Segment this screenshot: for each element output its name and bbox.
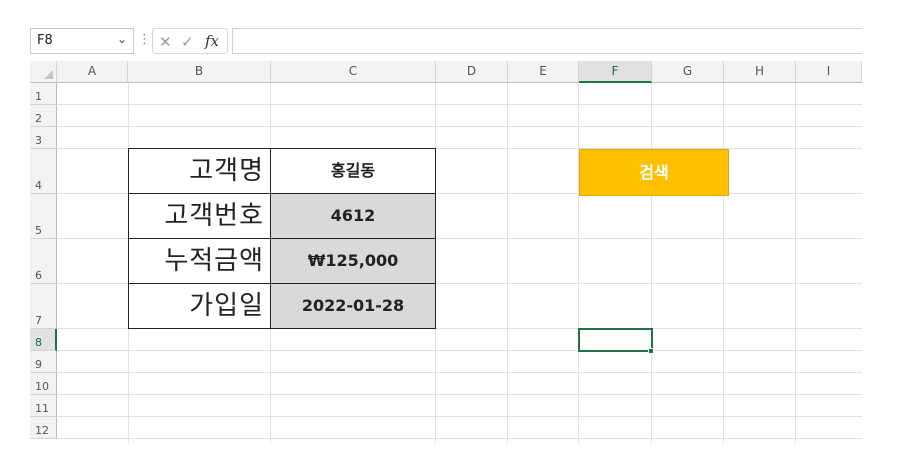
gridline: [723, 83, 724, 443]
row-header-10[interactable]: 10: [30, 373, 57, 395]
select-all-button[interactable]: [30, 61, 57, 83]
gridline: [507, 83, 508, 443]
label-customer-name[interactable]: 고객명: [128, 148, 271, 194]
row-header-9[interactable]: 9: [30, 351, 57, 373]
label-total-amount[interactable]: 누적금액: [128, 238, 271, 284]
gridline: [57, 438, 862, 439]
column-header-e[interactable]: E: [508, 61, 579, 83]
column-header-i[interactable]: I: [796, 61, 862, 83]
value-join-date[interactable]: 2022-01-28: [270, 283, 436, 329]
column-header-d[interactable]: D: [436, 61, 508, 83]
row-header-8[interactable]: 8: [30, 329, 57, 351]
row-header-1[interactable]: 1: [30, 83, 57, 105]
row-header-6[interactable]: 6: [30, 239, 57, 284]
row-header-12[interactable]: 12: [30, 417, 57, 439]
gridline: [578, 83, 579, 443]
chevron-down-icon[interactable]: ⌄: [117, 32, 127, 46]
search-button[interactable]: 검색: [579, 149, 729, 196]
insert-function-icon[interactable]: fx: [205, 32, 219, 50]
label-customer-number[interactable]: 고객번호: [128, 193, 271, 239]
value-customer-name[interactable]: 홍길동: [270, 148, 436, 194]
name-box[interactable]: F8 ⌄: [30, 28, 134, 54]
formula-buttons: ✕ ✓ fx: [152, 28, 228, 54]
gridline: [57, 416, 862, 417]
cancel-icon[interactable]: ✕: [159, 33, 172, 51]
row-header-5[interactable]: 5: [30, 194, 57, 239]
column-header-g[interactable]: G: [652, 61, 724, 83]
gridline: [795, 83, 796, 443]
gridline: [57, 104, 862, 105]
gridline: [57, 350, 862, 351]
value-total-amount[interactable]: ₩125,000: [270, 238, 436, 284]
row-header-11[interactable]: 11: [30, 395, 57, 417]
row-header-7[interactable]: 7: [30, 284, 57, 329]
label-join-date[interactable]: 가입일: [128, 283, 271, 329]
row-header-2[interactable]: 2: [30, 105, 57, 127]
active-cell-f8[interactable]: [578, 328, 653, 352]
gridline: [57, 394, 862, 395]
row-header-3[interactable]: 3: [30, 127, 57, 149]
value-customer-number[interactable]: 4612: [270, 193, 436, 239]
column-header-h[interactable]: H: [724, 61, 796, 83]
confirm-icon[interactable]: ✓: [181, 33, 194, 51]
column-header-f[interactable]: F: [579, 61, 652, 83]
formula-input[interactable]: [232, 28, 862, 54]
gridline: [651, 83, 652, 443]
row-header-4[interactable]: 4: [30, 149, 57, 194]
name-box-value: F8: [37, 33, 53, 48]
column-header-b[interactable]: B: [128, 61, 271, 83]
gridline: [57, 126, 862, 127]
gridline: [57, 372, 862, 373]
column-header-a[interactable]: A: [57, 61, 128, 83]
column-header-c[interactable]: C: [271, 61, 436, 83]
more-options-icon: ⋮: [138, 32, 151, 47]
fill-handle[interactable]: [648, 348, 654, 354]
